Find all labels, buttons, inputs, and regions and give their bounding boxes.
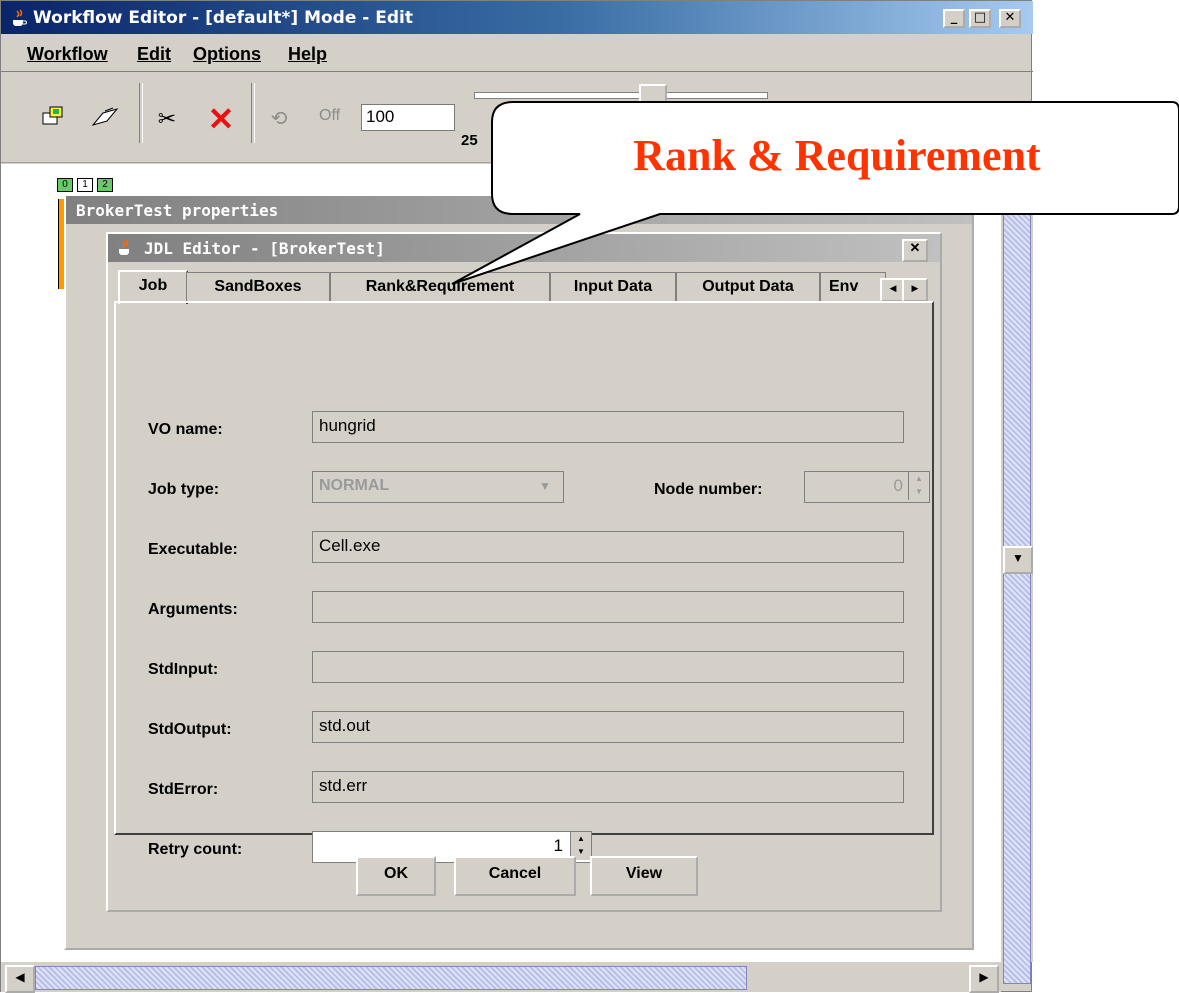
callout-text: Rank & Requirement	[633, 131, 1041, 180]
